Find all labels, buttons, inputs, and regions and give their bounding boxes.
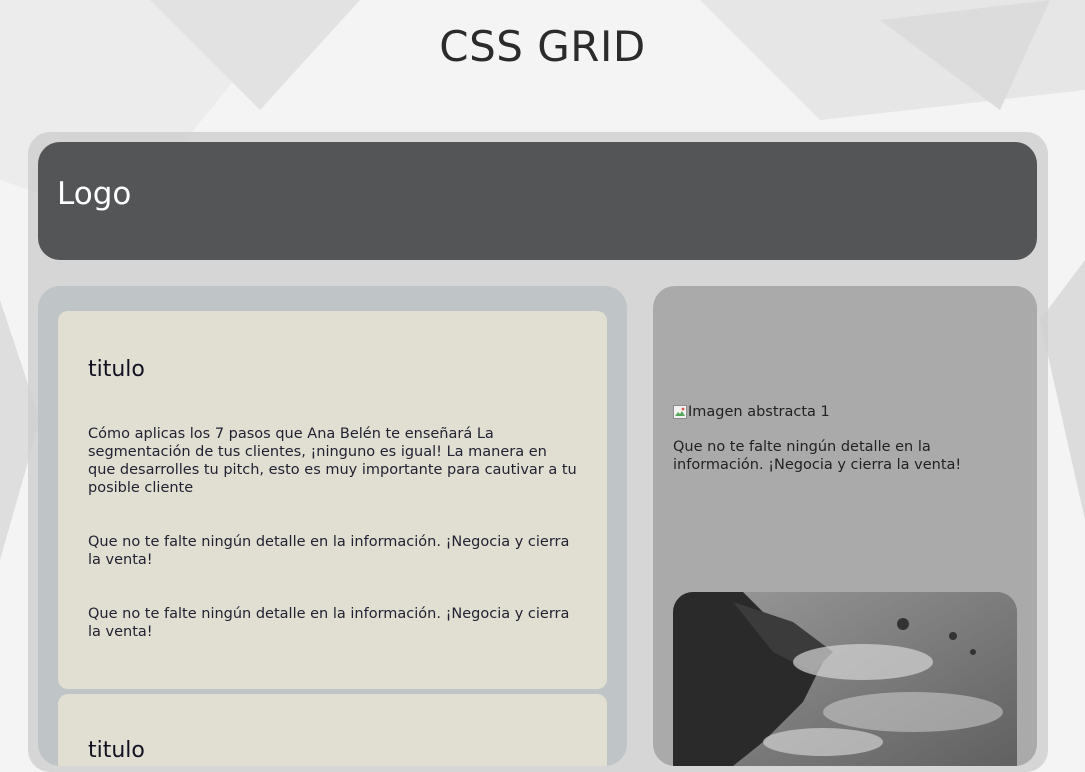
card-title: titulo <box>88 357 145 382</box>
coastline-photo <box>673 592 1017 766</box>
page-title: CSS GRID <box>439 22 646 71</box>
image-alt-text: Imagen abstracta 1 <box>688 404 830 420</box>
card-paragraph: Que no te falte ningún detalle en la inf… <box>88 606 570 640</box>
broken-image-icon <box>673 405 687 419</box>
header: Logo <box>38 142 1037 260</box>
card-paragraph: Que no te falte ningún detalle en la inf… <box>88 534 570 568</box>
card-title: titulo <box>88 738 145 763</box>
card-paragraph: Cómo aplicas los 7 pasos que Ana Belén t… <box>88 426 577 496</box>
broken-image: Imagen abstracta 1 <box>673 404 830 420</box>
sidebar: Imagen abstracta 1 Que no te falte ningú… <box>653 286 1037 766</box>
content-card: titulo <box>58 694 607 766</box>
main-column: titulo Cómo aplicas los 7 pasos que Ana … <box>38 286 627 766</box>
sidebar-text: Que no te falte ningún detalle en la inf… <box>673 439 962 473</box>
content-card: titulo Cómo aplicas los 7 pasos que Ana … <box>58 311 607 689</box>
logo: Logo <box>57 176 132 212</box>
